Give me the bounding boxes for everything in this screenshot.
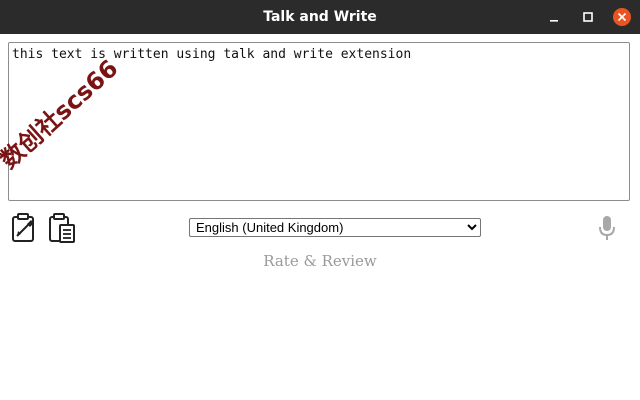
microphone-icon[interactable] bbox=[596, 215, 618, 243]
paste-icon[interactable] bbox=[10, 212, 38, 244]
maximize-icon[interactable] bbox=[579, 8, 597, 26]
language-select[interactable]: English (United Kingdom) bbox=[189, 218, 481, 237]
copy-icon[interactable] bbox=[48, 212, 76, 244]
close-icon[interactable] bbox=[612, 7, 632, 27]
window-title: Talk and Write bbox=[263, 9, 377, 25]
app-window: Talk and Write this text is written usin… bbox=[0, 0, 640, 400]
minimize-icon[interactable] bbox=[545, 8, 563, 26]
rate-review-link[interactable]: Rate & Review bbox=[0, 252, 640, 270]
dictation-textarea[interactable]: this text is written using talk and writ… bbox=[8, 42, 630, 201]
title-bar[interactable]: Talk and Write bbox=[0, 0, 640, 34]
